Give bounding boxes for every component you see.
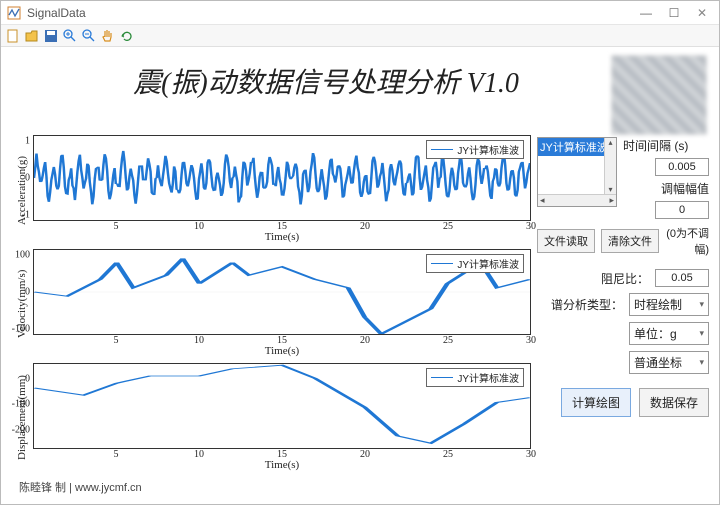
disp-legend: JY计算标准波 xyxy=(426,368,524,387)
amp-hint: (0为不调幅) xyxy=(665,225,709,257)
titlebar: SignalData — ☐ ✕ xyxy=(1,1,719,25)
damping-input[interactable]: 0.05 xyxy=(655,269,709,287)
rotate-icon[interactable] xyxy=(119,28,135,44)
toolbar xyxy=(1,25,719,47)
interval-label: 时间间隔 (s) xyxy=(623,137,709,154)
disp-xlabel: Time(s) xyxy=(33,459,531,473)
spectrum-select[interactable]: 时程绘制▾ xyxy=(629,293,709,316)
minimize-button[interactable]: — xyxy=(639,6,653,20)
damping-label: 阻尼比： xyxy=(601,270,649,287)
amp-input[interactable]: 0 xyxy=(655,201,709,219)
clear-file-button[interactable]: 清除文件 xyxy=(601,229,659,253)
plot-button[interactable]: 计算绘图 xyxy=(561,388,631,417)
coord-select[interactable]: 普通坐标▾ xyxy=(629,351,709,374)
unit-select[interactable]: 单位：g▾ xyxy=(629,322,709,345)
spectrum-label: 谱分析类型： xyxy=(551,296,623,313)
read-file-button[interactable]: 文件读取 xyxy=(537,229,595,253)
vel-legend: JY计算标准波 xyxy=(426,254,524,273)
disp-plot[interactable]: 0 -100 -200 JY计算标准波 xyxy=(33,363,531,449)
maximize-button[interactable]: ☐ xyxy=(667,6,681,20)
charts-column: Acceleration(g) 1 0 -1 xyxy=(11,135,531,476)
chart-velocity: Velocity(mm/s) 100 0 -100 xyxy=(11,249,531,359)
chevron-down-icon: ▾ xyxy=(699,357,704,368)
close-button[interactable]: ✕ xyxy=(695,6,709,20)
zoom-in-icon[interactable] xyxy=(62,28,78,44)
zoom-out-icon[interactable] xyxy=(81,28,97,44)
accel-legend: JY计算标准波 xyxy=(426,140,524,159)
window-title: SignalData xyxy=(27,6,86,20)
open-icon[interactable] xyxy=(24,28,40,44)
app-window: SignalData — ☐ ✕ 震(振)动数据信号处理分析 V1.0 xyxy=(0,0,720,505)
accel-xlabel: Time(s) xyxy=(33,231,531,245)
save-icon[interactable] xyxy=(43,28,59,44)
window-controls: — ☐ ✕ xyxy=(639,6,709,20)
accel-plot[interactable]: 1 0 -1 JY计算标准波 xyxy=(33,135,531,221)
content-area: 震(振)动数据信号处理分析 V1.0 Acceleration(g) 1 0 -… xyxy=(1,47,719,504)
chevron-down-icon: ▾ xyxy=(699,328,704,339)
save-button[interactable]: 数据保存 xyxy=(639,388,709,417)
app-icon xyxy=(7,6,21,20)
chart-acceleration: Acceleration(g) 1 0 -1 xyxy=(11,135,531,245)
interval-input[interactable]: 0.005 xyxy=(655,158,709,176)
preview-thumbnail xyxy=(611,55,707,135)
list-hscroll[interactable]: ◂▸ xyxy=(538,194,616,206)
side-panel: JY计算标准波 ▴▾ ◂▸ 时间间隔 (s) 0.005 调幅幅值 0 文件读取… xyxy=(537,135,709,476)
chart-displacement: Displacement(mm) 0 -100 -200 xyxy=(11,363,531,473)
app-title: 震(振)动数据信号处理分析 V1.0 xyxy=(11,51,611,107)
chevron-down-icon: ▾ xyxy=(699,299,704,310)
pan-icon[interactable] xyxy=(100,28,116,44)
vel-plot[interactable]: 100 0 -100 JY计算标准波 xyxy=(33,249,531,335)
footer-credit: 陈睦锋 制 | www.jycmf.cn xyxy=(11,476,709,500)
amp-label: 调幅幅值 xyxy=(623,180,709,197)
file-listbox[interactable]: JY计算标准波 ▴▾ ◂▸ xyxy=(537,137,617,207)
new-icon[interactable] xyxy=(5,28,21,44)
list-vscroll[interactable]: ▴▾ xyxy=(604,138,616,194)
vel-xlabel: Time(s) xyxy=(33,345,531,359)
